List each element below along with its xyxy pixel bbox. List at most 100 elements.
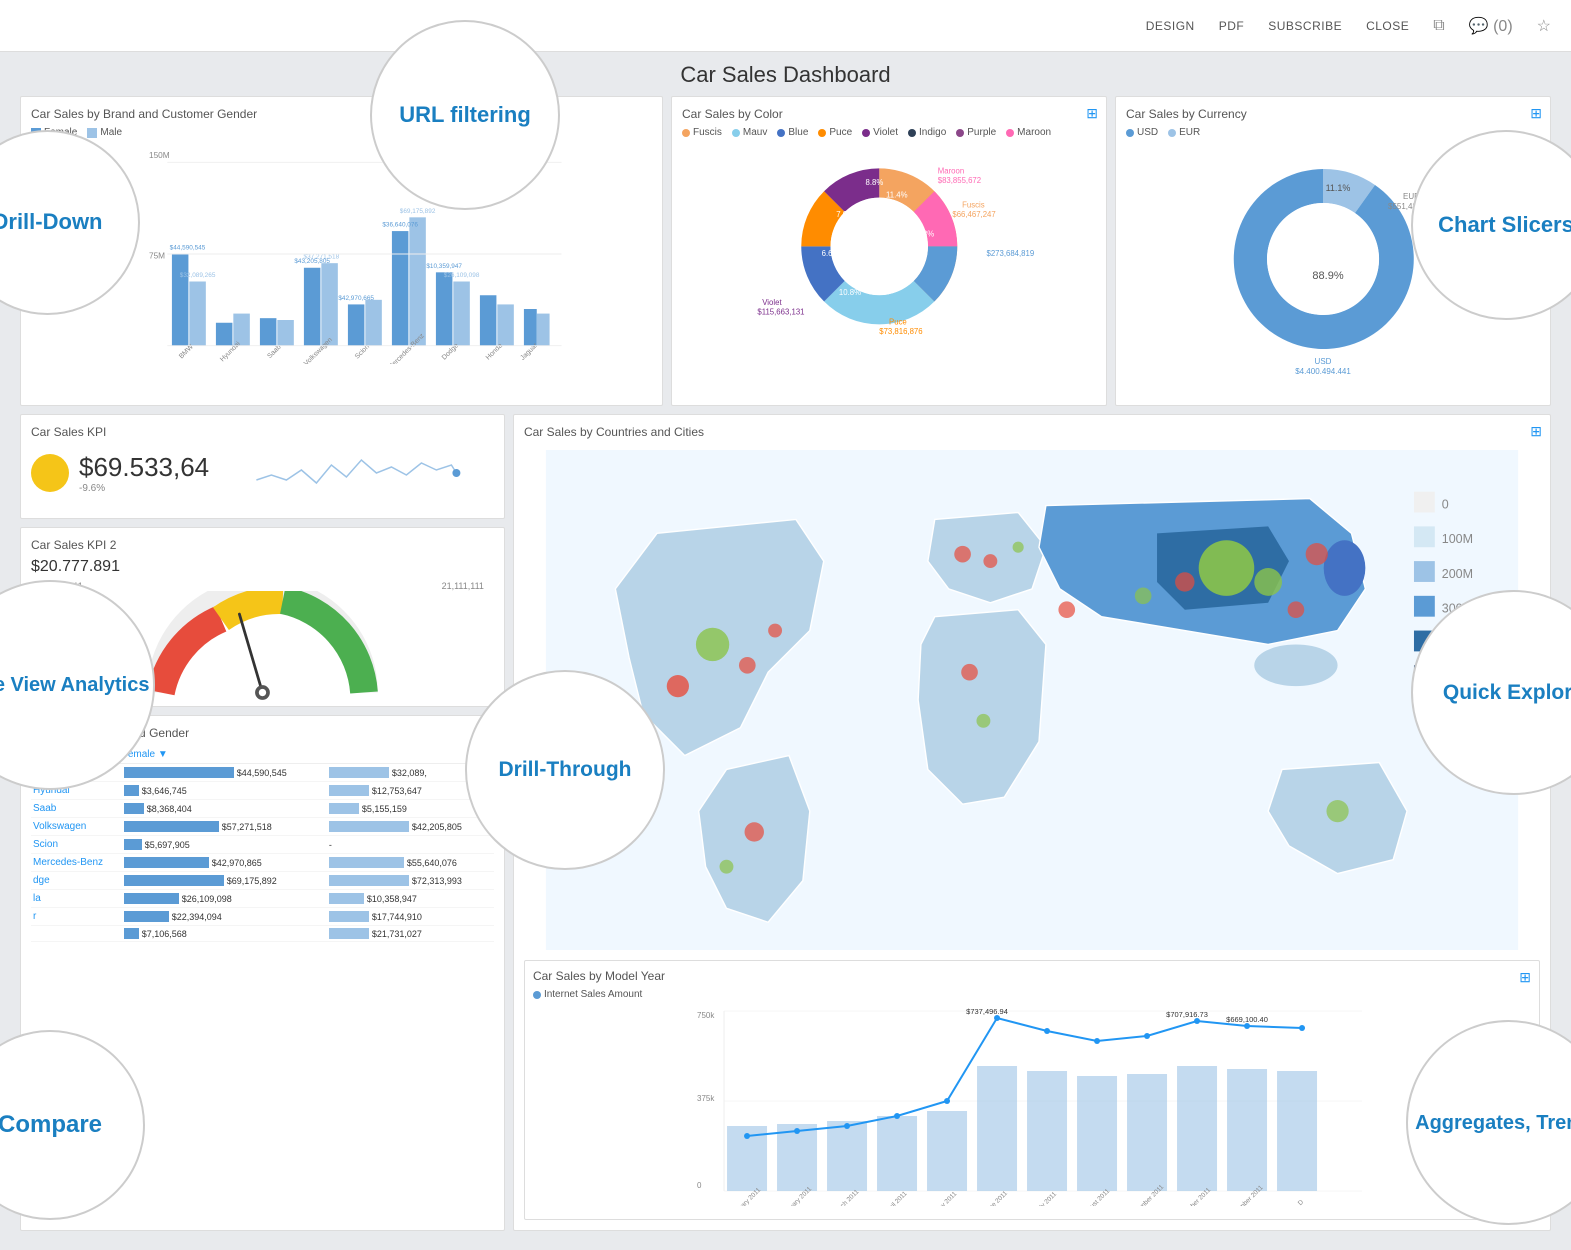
table-row: Volkswagen $57,271,518 $42,205,805 <box>31 818 494 836</box>
svg-text:8.8%: 8.8% <box>865 178 883 187</box>
svg-text:375k: 375k <box>697 1094 715 1103</box>
layers-icon[interactable]: ⧉ <box>1433 17 1444 35</box>
svg-text:$37,271,518: $37,271,518 <box>304 254 340 261</box>
kpi1-values: $69.533,64 -9.6% <box>79 452 209 494</box>
svg-text:Maroon: Maroon <box>938 166 964 175</box>
cell-make: BMW <box>31 764 120 782</box>
kpi1-circle <box>31 454 69 492</box>
svg-text:June 2011: June 2011 <box>983 1190 1009 1206</box>
donut-color-panel: Car Sales by Color ⊞ Fuscis Mauv Blue Pu… <box>671 96 1107 406</box>
cell-female-bar: $22,394,094 <box>120 908 325 926</box>
svg-text:$44,590,545: $44,590,545 <box>170 244 206 251</box>
legend-male-label: Male <box>100 127 122 138</box>
pdf-button[interactable]: PDF <box>1219 19 1245 33</box>
svg-text:$42,970,665: $42,970,665 <box>338 295 374 302</box>
line-chart-title: Car Sales by Model Year <box>533 969 1531 983</box>
svg-text:Saab: Saab <box>266 344 282 360</box>
svg-text:USD: USD <box>1315 357 1332 366</box>
donut-currency-legend: USD EUR <box>1126 127 1540 138</box>
svg-text:300M: 300M <box>1442 602 1473 616</box>
dashboard-title: Car Sales Dashboard <box>20 62 1551 88</box>
design-button[interactable]: DESIGN <box>1146 19 1195 33</box>
cell-make: la <box>31 890 120 908</box>
donut-currency-title: Car Sales by Currency <box>1126 107 1540 121</box>
table-row: $7,106,568 $21,731,027 <box>31 926 494 942</box>
svg-text:$707,916.73: $707,916.73 <box>1166 1010 1208 1019</box>
svg-text:$83,855,672: $83,855,672 <box>938 176 981 185</box>
kpi2-value: $20.777.891 <box>31 558 494 576</box>
cell-male-bar: $72,313,993 <box>325 872 494 890</box>
svg-text:$115,663,131: $115,663,131 <box>757 308 804 317</box>
map-icon[interactable]: ⊞ <box>1530 423 1542 440</box>
col-make[interactable]: Car Make ▼ <box>31 746 120 764</box>
table-row: BMW $44,590,545 $32,089, <box>31 764 494 782</box>
svg-text:$66,467,247: $66,467,247 <box>952 210 995 219</box>
cell-make: dge <box>31 872 120 890</box>
cell-female-bar: $7,106,568 <box>120 926 325 942</box>
svg-text:200M: 200M <box>1442 567 1473 581</box>
svg-text:$669,100.40: $669,100.40 <box>1226 1015 1268 1024</box>
top-bar: DESIGN PDF SUBSCRIBE CLOSE ⧉ 💬 (0) ☆ <box>0 0 1571 52</box>
table-title: Car Sales, Brand and Gender <box>31 726 494 740</box>
line-chart-icon[interactable]: ⊞ <box>1519 969 1531 986</box>
kpi1-change: -9.6% <box>79 483 209 494</box>
table-row: Saab $8,368,404 $5,155,159 <box>31 800 494 818</box>
main-content: Car Sales Dashboard Car Sales by Brand a… <box>0 52 1571 1249</box>
svg-text:88.9%: 88.9% <box>1312 270 1343 282</box>
svg-text:$273,684,819: $273,684,819 <box>987 249 1035 258</box>
star-icon[interactable]: ☆ <box>1537 16 1551 36</box>
cell-female-bar: $42,970,865 <box>120 854 325 872</box>
row-1: Car Sales by Brand and Customer Gender F… <box>20 96 1551 406</box>
donut-currency-icon[interactable]: ⊞ <box>1530 105 1542 122</box>
bar-chart-svg: 150M 75M $44,590,545 $32,089,265 $43,205… <box>31 144 652 364</box>
donut-currency-panel: Car Sales by Currency ⊞ USD EUR 11.1% 88… <box>1115 96 1551 406</box>
cell-male-bar: $32,089, <box>325 764 494 782</box>
svg-text:12.7%: 12.7% <box>883 278 905 287</box>
cell-female-bar: $8,368,404 <box>120 800 325 818</box>
donut-color-icon[interactable]: ⊞ <box>1086 105 1098 122</box>
col-female[interactable]: Female ▼ <box>120 746 494 764</box>
cell-female-bar: $69,175,892 <box>120 872 325 890</box>
svg-text:Puce: Puce <box>889 317 907 326</box>
comment-icon[interactable]: 💬 (0) <box>1469 16 1513 36</box>
cell-female-bar: $44,590,545 <box>120 764 325 782</box>
sales-table: Car Make ▼ Female ▼ BMW $44,590,545 $32,… <box>31 746 494 942</box>
kpi1-value: $69.533,64 <box>79 452 209 483</box>
svg-text:▼: ▼ <box>560 734 574 750</box>
svg-text:11.4%: 11.4% <box>886 191 908 200</box>
kpi1-content: $69.533,64 -9.6% <box>31 445 494 500</box>
cell-make <box>31 926 120 942</box>
kpi2-max: 21,111,111 <box>442 581 484 591</box>
kpi1-title: Car Sales KPI <box>31 425 494 439</box>
legend-male: Male <box>87 127 122 138</box>
table-panel: Car Sales, Brand and Gender Car Make ▼ F… <box>20 715 505 1231</box>
cell-male-bar: $17,744,910 <box>325 908 494 926</box>
kpi2-min: 11,111,111 <box>41 581 83 591</box>
cell-female-bar: $5,697,905 <box>120 836 325 854</box>
svg-text:10.8%: 10.8% <box>839 288 861 297</box>
line-chart-svg: 750k 375k 0 <box>533 1006 1531 1206</box>
kpi2-range: 11,111,111 21,111,111 <box>31 581 494 591</box>
close-button[interactable]: CLOSE <box>1366 19 1409 33</box>
cell-male-bar: $5,155,159 <box>325 800 494 818</box>
svg-text:75M: 75M <box>149 252 165 261</box>
svg-text:100M: 100M <box>1442 532 1473 546</box>
legend-female-label: Female <box>44 127 77 138</box>
svg-text:11.1%: 11.1% <box>1326 183 1351 193</box>
svg-text:$73,816,876: $73,816,876 <box>879 327 922 336</box>
subscribe-button[interactable]: SUBSCRIBE <box>1268 19 1342 33</box>
donut-currency-svg: 11.1% 88.9% EUR $551,439,530 USD $4,400,… <box>1126 144 1540 374</box>
donut-color-legend: Fuscis Mauv Blue Puce Violet Indigo Purp… <box>682 127 1096 138</box>
table-row: Hyundai $3,646,745 $12,753,647 <box>31 782 494 800</box>
donut-color-title: Car Sales by Color <box>682 107 1096 121</box>
cell-male-bar: $42,205,805 <box>325 818 494 836</box>
svg-text:16.8%: 16.8% <box>912 230 934 239</box>
cell-make: Scion <box>31 836 120 854</box>
svg-text:$10,359,947: $10,359,947 <box>426 263 462 270</box>
cell-make: Mercedes-Benz <box>31 854 120 872</box>
kpi1-sparkline <box>219 445 494 500</box>
svg-text:April 2011: April 2011 <box>883 1190 909 1206</box>
row-2: Car Sales KPI $69.533,64 -9.6% Car Sales… <box>20 414 1551 1231</box>
bar-chart-title: Car Sales by Brand and Customer Gender <box>31 107 652 121</box>
svg-text:7.0%: 7.0% <box>836 210 854 219</box>
